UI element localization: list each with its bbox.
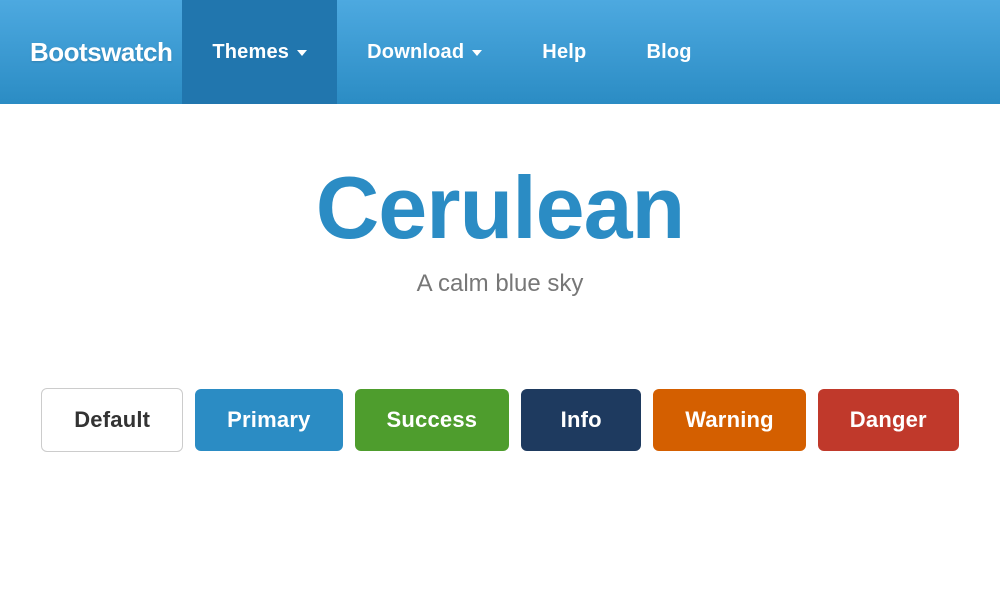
themes-caret-icon [297, 50, 307, 56]
btn-info[interactable]: Info [521, 389, 641, 451]
nav-item-themes[interactable]: Themes [182, 0, 337, 104]
hero-title: Cerulean [316, 164, 685, 252]
navbar: Bootswatch Themes Download Help Blog [0, 0, 1000, 104]
btn-default[interactable]: Default [41, 388, 183, 452]
nav-themes-label: Themes [212, 41, 289, 64]
btn-success[interactable]: Success [355, 389, 510, 451]
btn-primary[interactable]: Primary [195, 389, 342, 451]
nav-blog-label: Blog [646, 41, 691, 64]
download-caret-icon [472, 50, 482, 56]
nav-item-download[interactable]: Download [337, 0, 512, 104]
nav-item-help[interactable]: Help [512, 0, 616, 104]
nav-item-blog[interactable]: Blog [616, 0, 721, 104]
btn-danger[interactable]: Danger [818, 389, 959, 451]
hero-section: Cerulean A calm blue sky [0, 104, 1000, 368]
nav-help-label: Help [542, 41, 586, 64]
buttons-row: Default Primary Success Info Warning Dan… [0, 368, 1000, 472]
navbar-brand[interactable]: Bootswatch [30, 37, 172, 68]
hero-subtitle: A calm blue sky [417, 270, 584, 298]
btn-warning[interactable]: Warning [653, 389, 806, 451]
nav-download-label: Download [367, 41, 464, 64]
